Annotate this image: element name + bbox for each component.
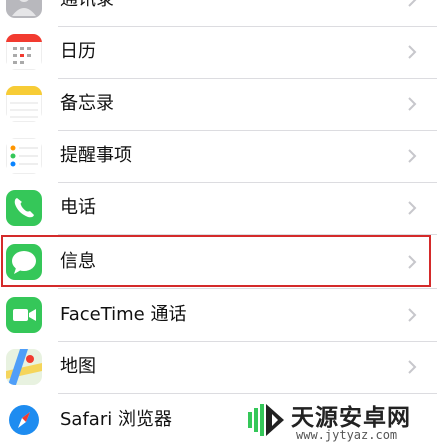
watermark-url: www.jytyaz.com (296, 428, 398, 442)
settings-row-label: 备忘录 (60, 93, 114, 114)
calendar-icon (6, 34, 42, 70)
settings-row-label: 日历 (60, 41, 96, 62)
safari-icon (6, 402, 42, 438)
facetime-icon (6, 297, 42, 333)
chevron-right-icon (408, 45, 417, 59)
settings-row-label: 地图 (60, 356, 96, 377)
chevron-right-icon (408, 97, 417, 111)
chevron-right-icon (408, 360, 417, 374)
contacts-icon (6, 0, 42, 18)
settings-row-notes[interactable]: 备忘录 (0, 78, 437, 130)
chevron-right-icon (408, 0, 417, 7)
settings-row-maps[interactable]: 地图 (0, 341, 437, 393)
phone-icon (6, 190, 42, 226)
settings-row-label: FaceTime 通话 (60, 304, 187, 325)
reminders-icon (6, 138, 42, 174)
settings-row-label: Safari 浏览器 (60, 409, 172, 430)
site-watermark: 天源安卓网 www.jytyaz.com (246, 398, 436, 444)
settings-row-facetime[interactable]: FaceTime 通话 (0, 289, 437, 341)
settings-list: 通讯录 日历 (0, 0, 437, 447)
watermark-title: 天源安卓网 (291, 405, 411, 431)
chevron-right-icon (408, 201, 417, 215)
chevron-right-icon (408, 308, 417, 322)
chevron-right-icon (408, 149, 417, 163)
notes-icon (6, 86, 42, 122)
settings-row-contacts[interactable]: 通讯录 (0, 0, 437, 26)
watermark-logo-icon (248, 404, 284, 436)
settings-row-reminders[interactable]: 提醒事项 (0, 130, 437, 182)
maps-icon (6, 349, 42, 385)
settings-row-label: 电话 (60, 197, 96, 218)
highlight-box (1, 235, 431, 287)
settings-row-label: 通讯录 (60, 0, 114, 26)
settings-row-label: 提醒事项 (60, 145, 132, 166)
settings-row-calendar[interactable]: 日历 (0, 26, 437, 78)
settings-row-phone[interactable]: 电话 (0, 182, 437, 234)
